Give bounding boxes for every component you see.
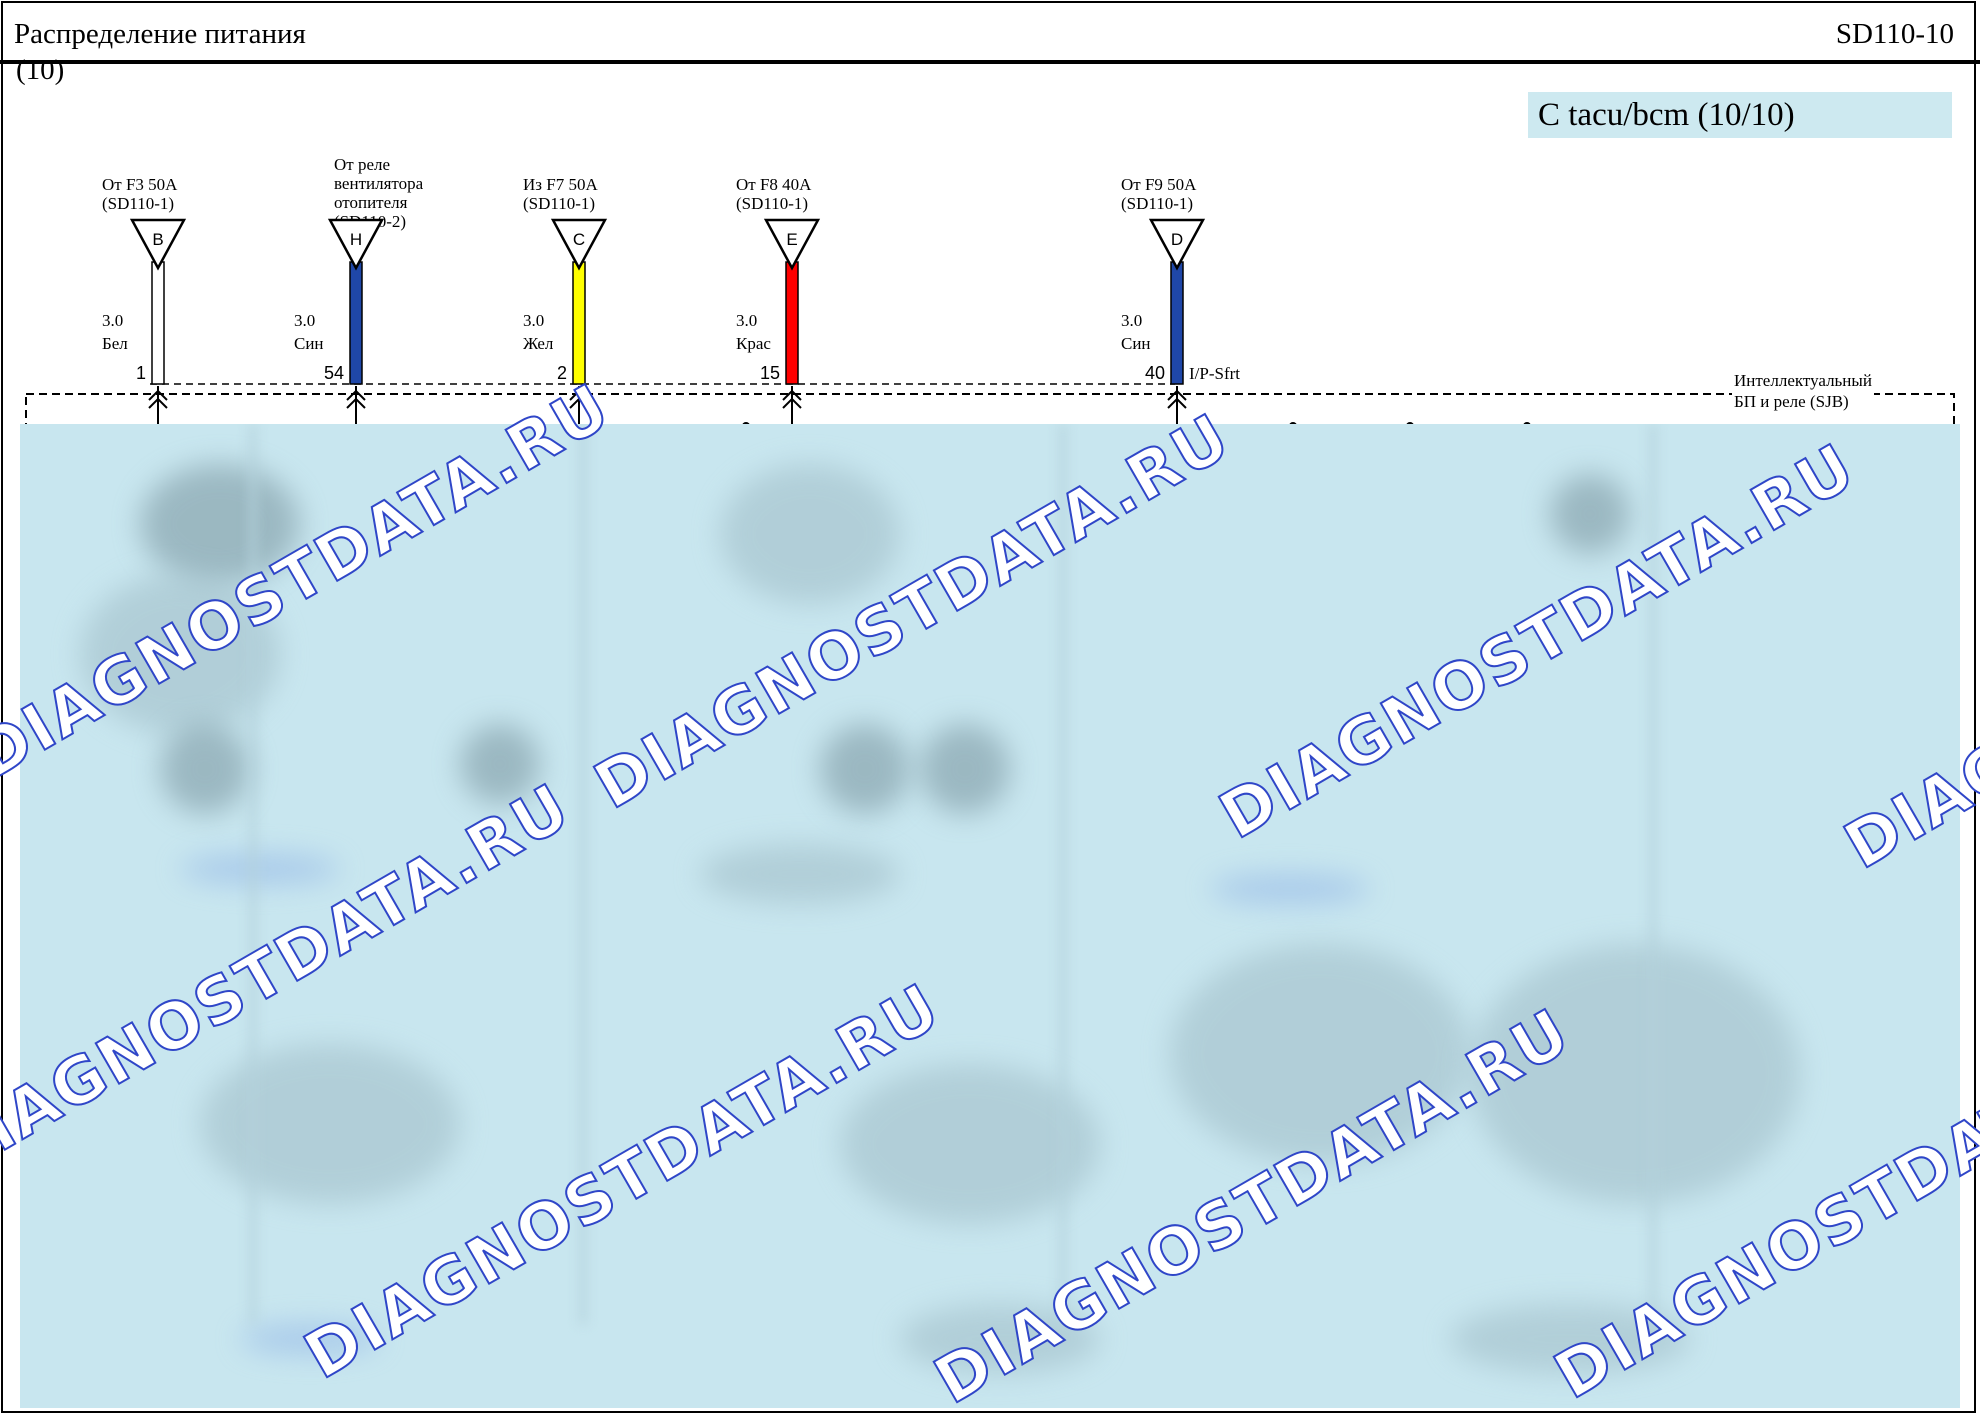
wire-gauge: 3.0	[1121, 311, 1142, 330]
wire-gauge: 3.0	[294, 311, 315, 330]
connector-letter: B	[152, 230, 163, 249]
source-label: отопителя	[334, 193, 408, 212]
connector-letter: D	[1171, 230, 1183, 249]
blurred-shape	[200, 1044, 460, 1204]
blurred-shape	[180, 854, 340, 884]
source-label: От F8 40A	[736, 175, 812, 194]
source-label: (SD110-1)	[102, 194, 174, 213]
wire-color-name: Жел	[523, 334, 554, 353]
wire-color-name: Бел	[102, 334, 128, 353]
connector-letter: C	[573, 230, 585, 249]
source-label: (SD110-1)	[523, 194, 595, 213]
wire-2	[349, 261, 363, 385]
wire-gauge: 3.0	[102, 311, 123, 330]
connector-letter: E	[786, 230, 797, 249]
wire-4	[785, 261, 799, 385]
connector-letter: H	[350, 230, 362, 249]
wiring-diagram: От F3 50A(SD110-1)B3.0Бел1От релевентиля…	[25, 155, 1955, 430]
wire-gauge: 3.0	[523, 311, 544, 330]
sjb-label-line2: БП и реле (SJB)	[1734, 392, 1849, 411]
wire-color-name: Син	[294, 334, 324, 353]
wire-1	[151, 261, 165, 385]
blurred-wire	[250, 424, 256, 1324]
wire-color-name: Син	[1121, 334, 1151, 353]
wire-5	[1170, 261, 1184, 385]
source-label: От F3 50A	[102, 175, 178, 194]
source-label: (SD110-1)	[1121, 194, 1193, 213]
source-label: (SD110-1)	[736, 194, 808, 213]
wire-color-name: Крас	[736, 334, 771, 353]
blurred-shape	[920, 724, 1010, 814]
blurred-shape	[160, 724, 250, 814]
source-label: От реле	[334, 155, 390, 174]
sjb-label-line1: Интеллектуальный	[1734, 371, 1872, 390]
pin-number: 2	[557, 363, 567, 383]
wire-3	[572, 261, 586, 385]
wire-gauge: 3.0	[736, 311, 757, 330]
sjb-module-label: Интеллектуальный БП и реле (SJB)	[1732, 370, 1874, 412]
circuit-label: I/P-Sfrt	[1189, 364, 1240, 383]
source-label: От F9 50A	[1121, 175, 1197, 194]
blurred-shape	[720, 464, 900, 604]
blurred-shape	[1550, 474, 1630, 554]
blurred-shape	[1210, 874, 1370, 904]
pin-number: 40	[1145, 363, 1165, 383]
source-label: Из F7 50A	[523, 175, 598, 194]
pin-number: 1	[136, 363, 146, 383]
pin-number: 15	[760, 363, 780, 383]
blurred-shape	[700, 844, 900, 904]
pin-number: 54	[324, 363, 344, 383]
blurred-shape	[820, 724, 910, 814]
source-label: вентилятора	[334, 174, 424, 193]
